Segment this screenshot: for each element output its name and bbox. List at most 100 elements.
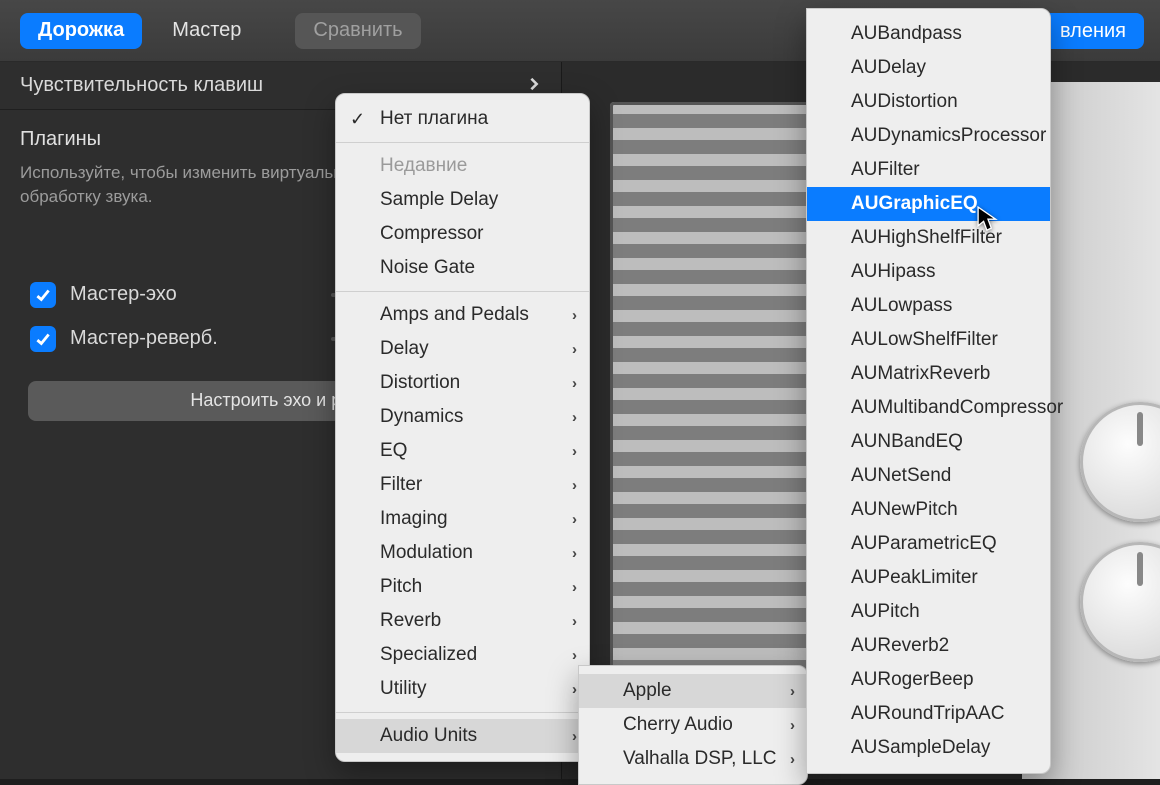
menu-item-label: AUReverb2: [851, 635, 949, 657]
menu-item-audio-unit[interactable]: AUPeakLimiter: [807, 561, 1050, 595]
chevron-right-icon: ›: [572, 375, 577, 392]
menu-item-audio-unit[interactable]: AUDistortion: [807, 85, 1050, 119]
menu-item-label: Distortion: [380, 372, 460, 394]
menu-item-label: Dynamics: [380, 406, 463, 428]
chevron-right-icon: ›: [572, 728, 577, 745]
menu-item-audio-unit[interactable]: AUHipass: [807, 255, 1050, 289]
tab-track[interactable]: Дорожка: [20, 13, 142, 49]
menu-item-audio-units[interactable]: Audio Units ›: [336, 719, 589, 753]
menu-item-label: AUPitch: [851, 601, 920, 623]
menu-item-label: AUFilter: [851, 159, 920, 181]
menu-item-audio-unit[interactable]: AUNewPitch: [807, 493, 1050, 527]
menu-item-label: Modulation: [380, 542, 473, 564]
audio-units-menu[interactable]: AUBandpass AUDelay AUDistortion AUDynamicsP…: [806, 8, 1051, 774]
menu-item-category[interactable]: Amps and Pedals›: [336, 298, 589, 332]
plugin-menu[interactable]: ✓ Нет плагина Недавние Sample Delay Comp…: [335, 93, 590, 762]
menu-item-audio-unit[interactable]: AUNBandEQ: [807, 425, 1050, 459]
chevron-right-icon: ›: [790, 683, 795, 700]
menu-item-audio-unit[interactable]: AUReverb2: [807, 629, 1050, 663]
menu-item-audio-unit[interactable]: AUFilter: [807, 153, 1050, 187]
menu-item-audio-unit[interactable]: AUMatrixReverb: [807, 357, 1050, 391]
menu-item-label: Audio Units: [380, 725, 477, 747]
menu-item-category[interactable]: Utility ›: [336, 672, 589, 706]
menu-item-audio-unit[interactable]: AURogerBeep: [807, 663, 1050, 697]
menu-item-label: Apple: [623, 680, 672, 702]
menu-item-audio-unit[interactable]: AUParametricEQ: [807, 527, 1050, 561]
menu-item-category[interactable]: Pitch ›: [336, 570, 589, 604]
chevron-right-icon: ›: [572, 307, 577, 324]
menu-item-category[interactable]: EQ›: [336, 434, 589, 468]
menu-item-category[interactable]: Distortion ›: [336, 366, 589, 400]
menu-item-label: Delay: [380, 338, 429, 360]
master-reverb-checkbox[interactable]: [30, 326, 56, 352]
menu-item-category[interactable]: Filter›: [336, 468, 589, 502]
chevron-right-icon: ›: [572, 647, 577, 664]
menu-item-label: Noise Gate: [380, 257, 475, 279]
menu-item-audio-unit[interactable]: AUNetSend: [807, 459, 1050, 493]
menu-item-audio-unit[interactable]: AUMultibandCompressor: [807, 391, 1050, 425]
menu-item-label: Specialized: [380, 644, 477, 666]
menu-item-label: AUDelay: [851, 57, 926, 79]
menu-item-label: Filter: [380, 474, 422, 496]
chevron-right-icon: ›: [790, 717, 795, 734]
menu-item-audio-unit[interactable]: AUGraphicEQ: [807, 187, 1050, 221]
menu-item-label: AUNBandEQ: [851, 431, 963, 453]
menu-item-category[interactable]: Dynamics ›: [336, 400, 589, 434]
menu-item-category[interactable]: Specialized ›: [336, 638, 589, 672]
tab-master[interactable]: Мастер: [154, 13, 259, 49]
chevron-right-icon: ›: [572, 579, 577, 596]
menu-item-label: Недавние: [380, 155, 467, 177]
chevron-right-icon: ›: [572, 545, 577, 562]
menu-item-label: AUDistortion: [851, 91, 958, 113]
vendor-menu[interactable]: Apple › Cherry Audio› Valhalla DSP, LLC›: [578, 665, 808, 785]
menu-item-label: AUSampleDelay: [851, 737, 990, 759]
menu-item-audio-unit[interactable]: AUHighShelfFilter: [807, 221, 1050, 255]
menu-item-label: AUNetSend: [851, 465, 951, 487]
compare-button[interactable]: Сравнить: [295, 13, 420, 49]
menu-item-label: Нет плагина: [380, 108, 488, 130]
menu-item-label: Sample Delay: [380, 189, 498, 211]
menu-item-label: AUGraphicEQ: [851, 193, 978, 215]
menu-item-label: AUPeakLimiter: [851, 567, 978, 589]
menu-item-audio-unit[interactable]: AUDelay: [807, 51, 1050, 85]
menu-item-audio-unit[interactable]: AULowShelfFilter: [807, 323, 1050, 357]
chevron-right-icon: ›: [572, 409, 577, 426]
menu-item-recent[interactable]: Sample Delay: [336, 183, 589, 217]
right-button-partial[interactable]: вления: [1042, 13, 1144, 49]
menu-item-label: Reverb: [380, 610, 441, 632]
chevron-right-icon: ›: [572, 511, 577, 528]
chevron-right-icon: ›: [790, 751, 795, 768]
menu-item-label: AURoundTripAAC: [851, 703, 1004, 725]
menu-item-no-plugin[interactable]: ✓ Нет плагина: [336, 102, 589, 136]
menu-item-category[interactable]: Modulation ›: [336, 536, 589, 570]
menu-item-category[interactable]: Reverb›: [336, 604, 589, 638]
menu-item-vendor[interactable]: Valhalla DSP, LLC›: [579, 742, 807, 776]
menu-item-vendor[interactable]: Apple ›: [579, 674, 807, 708]
menu-item-label: AUHighShelfFilter: [851, 227, 1002, 249]
menu-item-label: AUParametricEQ: [851, 533, 997, 555]
menu-item-category[interactable]: Delay›: [336, 332, 589, 366]
sensitivity-label: Чувствительность клавиш: [20, 74, 263, 97]
menu-item-label: AULowShelfFilter: [851, 329, 998, 351]
master-reverb-label: Мастер-реверб.: [70, 327, 218, 350]
master-echo-checkbox[interactable]: [30, 282, 56, 308]
menu-item-vendor[interactable]: Cherry Audio›: [579, 708, 807, 742]
chevron-right-icon: ›: [572, 681, 577, 698]
menu-item-audio-unit[interactable]: AUDynamicsProcessor: [807, 119, 1050, 153]
menu-item-audio-unit[interactable]: AUBandpass: [807, 17, 1050, 51]
menu-item-audio-unit[interactable]: AUSampleDelay: [807, 731, 1050, 765]
menu-item-label: AUBandpass: [851, 23, 962, 45]
master-echo-label: Мастер-эхо: [70, 283, 177, 306]
menu-item-audio-unit[interactable]: AURoundTripAAC: [807, 697, 1050, 731]
menu-item-label: AUMatrixReverb: [851, 363, 990, 385]
menu-item-label: Utility: [380, 678, 426, 700]
menu-item-label: AUNewPitch: [851, 499, 958, 521]
menu-item-category[interactable]: Imaging›: [336, 502, 589, 536]
menu-item-audio-unit[interactable]: AUPitch: [807, 595, 1050, 629]
menu-header-recent: Недавние: [336, 149, 589, 183]
menu-item-audio-unit[interactable]: AULowpass: [807, 289, 1050, 323]
menu-item-label: AUDynamicsProcessor: [851, 125, 1046, 147]
menu-item-recent[interactable]: Noise Gate: [336, 251, 589, 285]
menu-item-label: Pitch: [380, 576, 422, 598]
menu-item-recent[interactable]: Compressor: [336, 217, 589, 251]
